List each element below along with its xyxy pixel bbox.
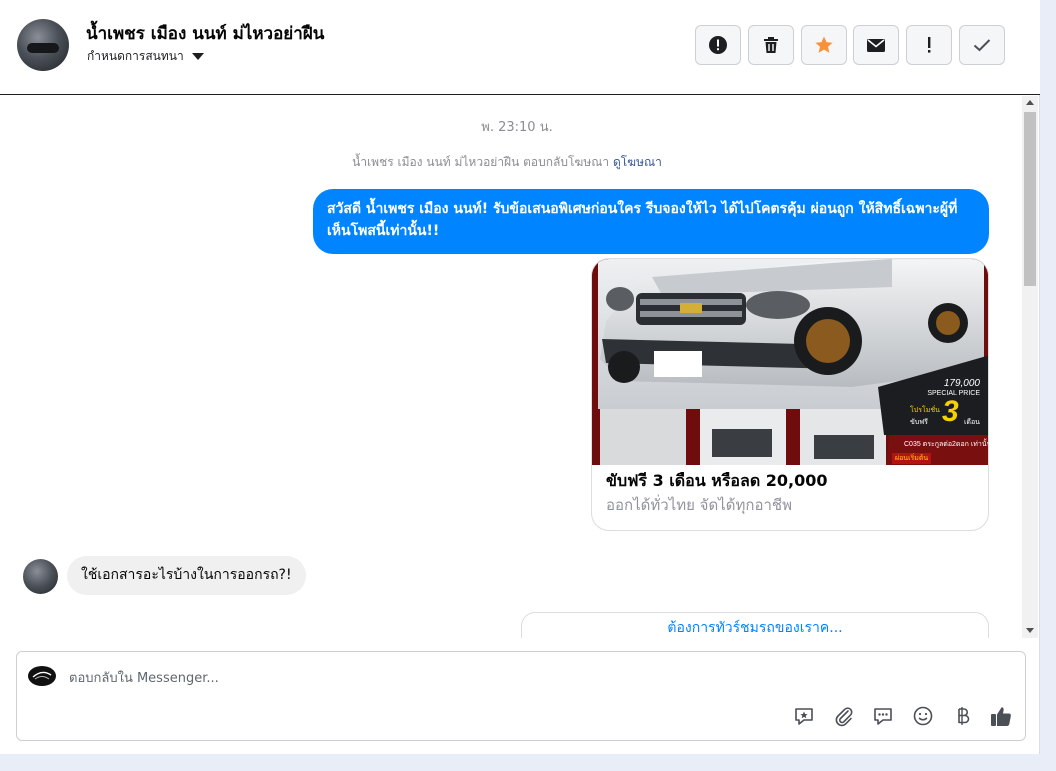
emoji-icon: [913, 706, 933, 726]
conversation-header: น้ำเพชร เมือง นนท์ ม่ไหวอย่าฝืน กำหนดการ…: [0, 0, 1040, 95]
ad-reply-notice: น้ำเพชร เมือง นนท์ ม่ไหวอย่าฝืน ตอบกลับโ…: [0, 153, 1014, 172]
ad-car-image: 179,000 SPECIAL PRICE โปรโมชั่น ขับฟรี 3…: [592, 259, 989, 465]
like-icon: [991, 707, 1011, 726]
emoji-button[interactable]: [910, 703, 936, 729]
message-template-button[interactable]: [870, 703, 896, 729]
assign-label: กำหนดการสนทนา: [87, 49, 184, 63]
scroll-up-arrow-icon[interactable]: [1026, 100, 1034, 105]
scroll-down-arrow-icon[interactable]: [1026, 628, 1034, 633]
assign-conversation-dropdown[interactable]: กำหนดการสนทนา: [87, 47, 204, 66]
star-icon: [815, 36, 833, 53]
outgoing-message-bubble: สวัสดี น้ำเพชร เมือง นนท์! รับข้อเสนอพิเ…: [313, 189, 989, 254]
message-timestamp: พ. 23:10 น.: [481, 120, 553, 135]
car-photo: [592, 259, 988, 465]
ad-card[interactable]: 179,000 SPECIAL PRICE โปรโมชั่น ขับฟรี 3…: [591, 258, 989, 531]
ad-image-promo-left: โปรโมชั่น: [910, 407, 940, 414]
ad-image-promo-month: เดือน: [964, 419, 980, 426]
alert-icon: [709, 36, 727, 54]
like-button[interactable]: [988, 703, 1014, 729]
conversation-thread[interactable]: พ. 23:10 น. น้ำเพชร เมือง นนท์ ม่ไหวอย่า…: [0, 96, 1022, 638]
ad-description: ออกได้ทั่วไทย จัดได้ทุกอาชีพ: [606, 496, 792, 514]
mark-unread-button[interactable]: [853, 25, 899, 65]
view-ad-link[interactable]: ดูโฆษณา: [613, 155, 662, 169]
chat-icon: [874, 708, 892, 725]
mark-done-button[interactable]: [959, 25, 1005, 65]
saved-reply-button[interactable]: [791, 703, 817, 729]
check-icon: [973, 39, 991, 52]
baht-icon: [958, 707, 970, 725]
caret-down-icon: [191, 53, 204, 60]
ad-image-footer: C035 ตระกูลต่อ2ดอก เท่านั้น: [904, 441, 989, 448]
contact-name[interactable]: น้ำเพชร เมือง นนท์ ม่ไหวอย่าฝืน: [86, 20, 324, 47]
reply-input[interactable]: [69, 667, 769, 689]
alert-button[interactable]: [695, 25, 741, 65]
conversation-scrollbar[interactable]: [1022, 96, 1038, 638]
scroll-thumb[interactable]: [1024, 112, 1036, 286]
ad-image-tag: ผ่อนเริ่มต้น: [892, 453, 932, 464]
quick-reply-button[interactable]: ต้องการทัวร์ชมรถของเราค...: [521, 612, 989, 638]
attach-button[interactable]: [831, 703, 857, 729]
attachment-icon: [835, 707, 853, 727]
star-button[interactable]: [801, 25, 847, 65]
payment-button[interactable]: [950, 703, 976, 729]
saved-reply-icon: [795, 708, 813, 725]
avatar-image: [27, 43, 59, 53]
exclamation-icon: [928, 37, 931, 53]
reply-composer: [16, 651, 1026, 741]
ad-image-promo-free: ขับฟรี: [910, 419, 928, 426]
contact-avatar[interactable]: [17, 19, 69, 71]
ad-reply-text: น้ำเพชร เมือง นนท์ ม่ไหวอย่าฝืน ตอบกลับโ…: [352, 155, 610, 169]
envelope-icon: [867, 39, 885, 52]
ad-image-price: 179,000: [943, 378, 980, 389]
page-avatar: [28, 666, 56, 686]
ad-headline: ขับฟรี 3 เดือน หรือลด 20,000: [606, 471, 828, 490]
messenger-inbox-page: น้ำเพชร เมือง นนท์ ม่ไหวอย่าฝืน กำหนดการ…: [0, 0, 1040, 754]
contact-avatar-small[interactable]: [23, 559, 58, 594]
delete-button[interactable]: [748, 25, 794, 65]
incoming-message-bubble: ใช้เอกสารอะไรบ้างในการออกรถ?!: [67, 556, 306, 595]
ad-image-promo-number: 3: [942, 395, 959, 428]
trash-icon: [764, 37, 778, 53]
spam-button[interactable]: [906, 25, 952, 65]
